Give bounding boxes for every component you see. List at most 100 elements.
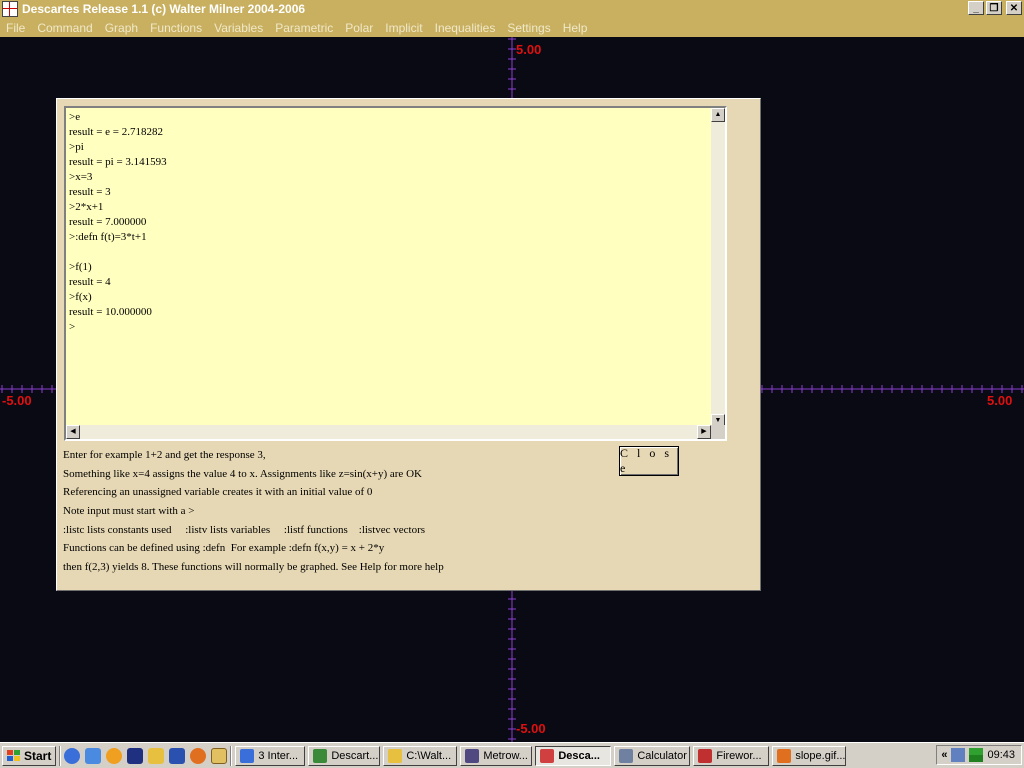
console-line: result = 4 <box>69 276 111 288</box>
task-button[interactable]: 3 Inter... <box>235 745 306 766</box>
menu-parametric[interactable]: Parametric <box>275 21 333 35</box>
metrowerks-icon <box>465 748 480 763</box>
task-button[interactable]: slope.gif... <box>772 745 847 766</box>
menu-variables[interactable]: Variables <box>214 21 263 35</box>
help-line: Functions can be defined using :defn For… <box>63 542 385 555</box>
console-line: >f(1) <box>69 261 92 273</box>
window-controls: _ ❐ ✕ <box>968 1 1022 15</box>
window-title: Descartes Release 1.1 (c) Walter Milner … <box>22 2 306 16</box>
task-label: Descart... <box>331 749 379 762</box>
console-line: result = 3 <box>69 186 111 198</box>
task-button[interactable]: C:\Walt... <box>383 745 458 766</box>
console-line: result = 10.000000 <box>69 306 152 318</box>
help-text: Enter for example 1+2 and get the respon… <box>63 446 608 577</box>
help-line: Referencing an unassigned variable creat… <box>63 486 373 499</box>
console-line: result = e = 2.718282 <box>69 126 163 138</box>
command-dialog: >e result = e = 2.718282 >pi result = pi = … <box>56 98 761 591</box>
taskbar-separator <box>230 745 233 766</box>
task-label: slope.gif... <box>795 749 846 762</box>
task-button[interactable]: Firewor... <box>693 745 770 766</box>
console-line: >:defn f(t)=3*t+1 <box>69 231 147 243</box>
word-icon[interactable] <box>169 747 186 764</box>
media-player-icon[interactable] <box>106 747 123 764</box>
mathtype-icon[interactable] <box>127 747 144 764</box>
system-tray: « 09:43 <box>936 745 1022 765</box>
menu-bar: File Command Graph Functions Variables P… <box>0 18 1024 37</box>
menu-polar[interactable]: Polar <box>345 21 373 35</box>
x-max-label: 5.00 <box>987 393 1012 408</box>
console-output[interactable]: >e result = e = 2.718282 >pi result = pi = … <box>64 106 727 441</box>
menu-functions[interactable]: Functions <box>150 21 202 35</box>
console-line: > <box>69 321 76 333</box>
ie-alt-icon[interactable] <box>85 747 102 764</box>
task-label: Calculator <box>637 749 687 762</box>
taskbar: Start 3 Inter... Descart... C:\Walt... Metr… <box>0 742 1024 768</box>
menu-settings[interactable]: Settings <box>507 21 550 35</box>
task-button[interactable]: Descart... <box>308 745 381 766</box>
quick-launch <box>64 747 228 764</box>
console-line: result = pi = 3.141593 <box>69 156 167 168</box>
menu-inequalities[interactable]: Inequalities <box>435 21 496 35</box>
folder-icon[interactable] <box>148 747 165 764</box>
console-line: >x=3 <box>69 171 93 183</box>
task-button[interactable]: Desca... <box>535 745 612 766</box>
network-activity-icon[interactable] <box>969 748 984 762</box>
start-button[interactable]: Start <box>2 745 57 766</box>
descartes-green-icon <box>313 748 328 763</box>
help-line: Note input must start with a > <box>63 505 195 518</box>
task-buttons: 3 Inter... Descart... C:\Walt... Metrow... D… <box>235 745 847 766</box>
help-line: Something like x=4 assigns the value 4 t… <box>63 467 422 480</box>
minimize-button[interactable]: _ <box>968 1 984 15</box>
calculator-icon <box>619 748 634 763</box>
scroll-left-button[interactable]: ◀ <box>66 425 80 439</box>
y-max-label: 5.00 <box>516 42 541 57</box>
scroll-corner <box>711 425 725 439</box>
network-icon[interactable] <box>951 748 966 762</box>
start-label: Start <box>24 748 52 763</box>
taskbar-separator <box>59 745 62 766</box>
internet-explorer-icon <box>240 748 255 763</box>
menu-help[interactable]: Help <box>563 21 588 35</box>
console-line: >2*x+1 <box>69 201 104 213</box>
task-label: Firewor... <box>716 749 762 762</box>
help-line: then f(2,3) yields 8. These functions wi… <box>63 561 444 574</box>
app-icon[interactable] <box>2 1 18 17</box>
task-label: 3 Inter... <box>258 749 299 762</box>
firefox-icon[interactable] <box>190 747 207 764</box>
console-line: result = 7.000000 <box>69 216 147 228</box>
task-button[interactable]: Calculator <box>614 745 691 766</box>
task-label: C:\Walt... <box>406 749 452 762</box>
task-label: Desca... <box>558 749 600 762</box>
task-label: Metrow... <box>483 749 528 762</box>
restore-button[interactable]: ❐ <box>986 1 1002 15</box>
x-min-label: -5.00 <box>2 393 32 408</box>
help-line: Enter for example 1+2 and get the respon… <box>63 449 266 461</box>
help-line: :listc lists constants used :listv lists… <box>63 523 426 536</box>
scroll-right-button[interactable]: ▶ <box>697 425 711 439</box>
menu-command[interactable]: Command <box>37 21 92 35</box>
firefox-icon <box>777 748 792 763</box>
tray-expand-button[interactable]: « <box>941 749 947 761</box>
console-line: >e <box>69 111 81 123</box>
scroll-up-button[interactable]: ▲ <box>711 108 725 122</box>
folder-icon <box>388 748 403 763</box>
clock[interactable]: 09:43 <box>987 749 1015 761</box>
horizontal-scrollbar[interactable]: ◀ ▶ <box>66 425 711 439</box>
menu-file[interactable]: File <box>6 21 25 35</box>
menu-graph[interactable]: Graph <box>105 21 138 35</box>
console-text[interactable]: >e result = e = 2.718282 >pi result = pi = … <box>69 110 712 426</box>
windows-logo-icon <box>7 749 21 762</box>
task-button[interactable]: Metrow... <box>460 745 533 766</box>
descartes-icon <box>540 748 555 763</box>
title-bar: Descartes Release 1.1 (c) Walter Milner … <box>0 0 1024 18</box>
vertical-scrollbar[interactable]: ▲ ▼ <box>711 108 725 428</box>
close-button[interactable]: C l o s e <box>619 446 679 476</box>
fireworks-icon <box>698 748 713 763</box>
close-window-button[interactable]: ✕ <box>1006 1 1022 15</box>
menu-implicit[interactable]: Implicit <box>385 21 422 35</box>
clock-app-icon[interactable] <box>211 747 228 764</box>
console-line: >f(x) <box>69 291 92 303</box>
console-line: >pi <box>69 141 84 153</box>
internet-explorer-icon[interactable] <box>64 747 81 764</box>
